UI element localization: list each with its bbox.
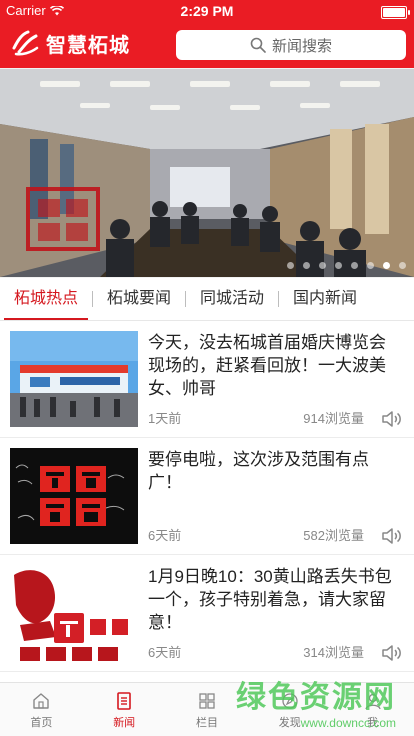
top-bar: Carrier 2:29 PM 智慧柘城 新闻搜索 <box>0 0 414 68</box>
carousel-dot[interactable] <box>303 262 310 269</box>
app-logo-icon <box>12 30 39 56</box>
search-icon <box>250 37 266 53</box>
news-time: 6天前 <box>148 528 182 543</box>
news-views: 314浏览量 <box>303 645 364 660</box>
status-time: 2:29 PM <box>180 3 234 19</box>
speaker-icon[interactable] <box>380 642 402 664</box>
battery-icon <box>381 6 410 19</box>
speaker-icon[interactable] <box>380 408 402 430</box>
carousel-dots <box>287 262 406 269</box>
tabbar-label: 首页 <box>30 716 53 729</box>
news-views: 914浏览量 <box>303 411 364 426</box>
app-brand: 智慧柘城 <box>10 28 130 58</box>
tabbar-label: 栏目 <box>195 716 218 729</box>
news-item[interactable]: 要停电啦，这次涉及范围有点广！ 6天前 582浏览量 <box>0 438 414 555</box>
banner-image <box>0 69 414 277</box>
watermark-url: www.downcc.com <box>300 716 396 730</box>
category-tabs: 柘城热点 柘城要闻 同城活动 国内新闻 <box>0 278 414 321</box>
news-views: 582浏览量 <box>303 528 364 543</box>
home-icon <box>33 692 50 709</box>
carousel-dot[interactable] <box>351 262 358 269</box>
app-name: 智慧柘城 <box>46 34 130 57</box>
tab-zhecheng-news[interactable]: 柘城要闻 <box>93 278 185 320</box>
watermark: 绿色资源网 www.downcc.com <box>236 672 396 730</box>
carousel-dot-active[interactable] <box>383 262 390 269</box>
news-thumbnail <box>10 331 138 427</box>
speaker-icon[interactable] <box>380 525 402 547</box>
news-title: 今天，没去柘城首届婚庆博览会现场的，赶紧看回放！一大波美女、帅哥 <box>148 333 386 398</box>
tabbar-label: 新闻 <box>113 716 136 729</box>
news-title: 1月9日晚10：30黄山路丢失书包一个，孩子特别着急，请大家留意！ <box>148 567 392 632</box>
grid-icon <box>199 692 215 709</box>
news-list: 今天，没去柘城首届婚庆博览会现场的，赶紧看回放！一大波美女、帅哥 1天前 914… <box>0 321 414 682</box>
tab-domestic-news[interactable]: 国内新闻 <box>279 278 371 320</box>
search-box[interactable]: 新闻搜索 <box>176 30 406 60</box>
news-time: 6天前 <box>148 645 182 660</box>
news-icon <box>117 691 131 710</box>
tabbar-home[interactable]: 首页 <box>0 683 83 736</box>
tab-zhecheng-hot[interactable]: 柘城热点 <box>0 278 92 320</box>
carousel-dot[interactable] <box>399 262 406 269</box>
news-time: 1天前 <box>148 411 182 426</box>
status-bar: Carrier 2:29 PM <box>0 0 414 22</box>
news-thumbnail <box>10 448 138 544</box>
news-item[interactable]: 今天，没去柘城首届婚庆博览会现场的，赶紧看回放！一大波美女、帅哥 1天前 914… <box>0 321 414 438</box>
carousel-dot[interactable] <box>287 262 294 269</box>
search-placeholder: 新闻搜索 <box>271 37 332 55</box>
tab-local-events[interactable]: 同城活动 <box>186 278 278 320</box>
news-title: 要停电啦，这次涉及范围有点广！ <box>148 450 369 492</box>
carousel-dot[interactable] <box>335 262 342 269</box>
banner-carousel[interactable] <box>0 69 414 277</box>
tabbar-news[interactable]: 新闻 <box>83 683 166 736</box>
news-thumbnail <box>10 565 138 661</box>
news-item[interactable]: 1月9日晚10：30黄山路丢失书包一个，孩子特别着急，请大家留意！ 6天前 31… <box>0 555 414 672</box>
watermark-title: 绿色资源网 <box>236 681 396 714</box>
carousel-dot[interactable] <box>367 262 374 269</box>
carousel-dot[interactable] <box>319 262 326 269</box>
app-screen: Carrier 2:29 PM 智慧柘城 新闻搜索 柘城热点 柘城要闻 同城活动… <box>0 0 414 736</box>
